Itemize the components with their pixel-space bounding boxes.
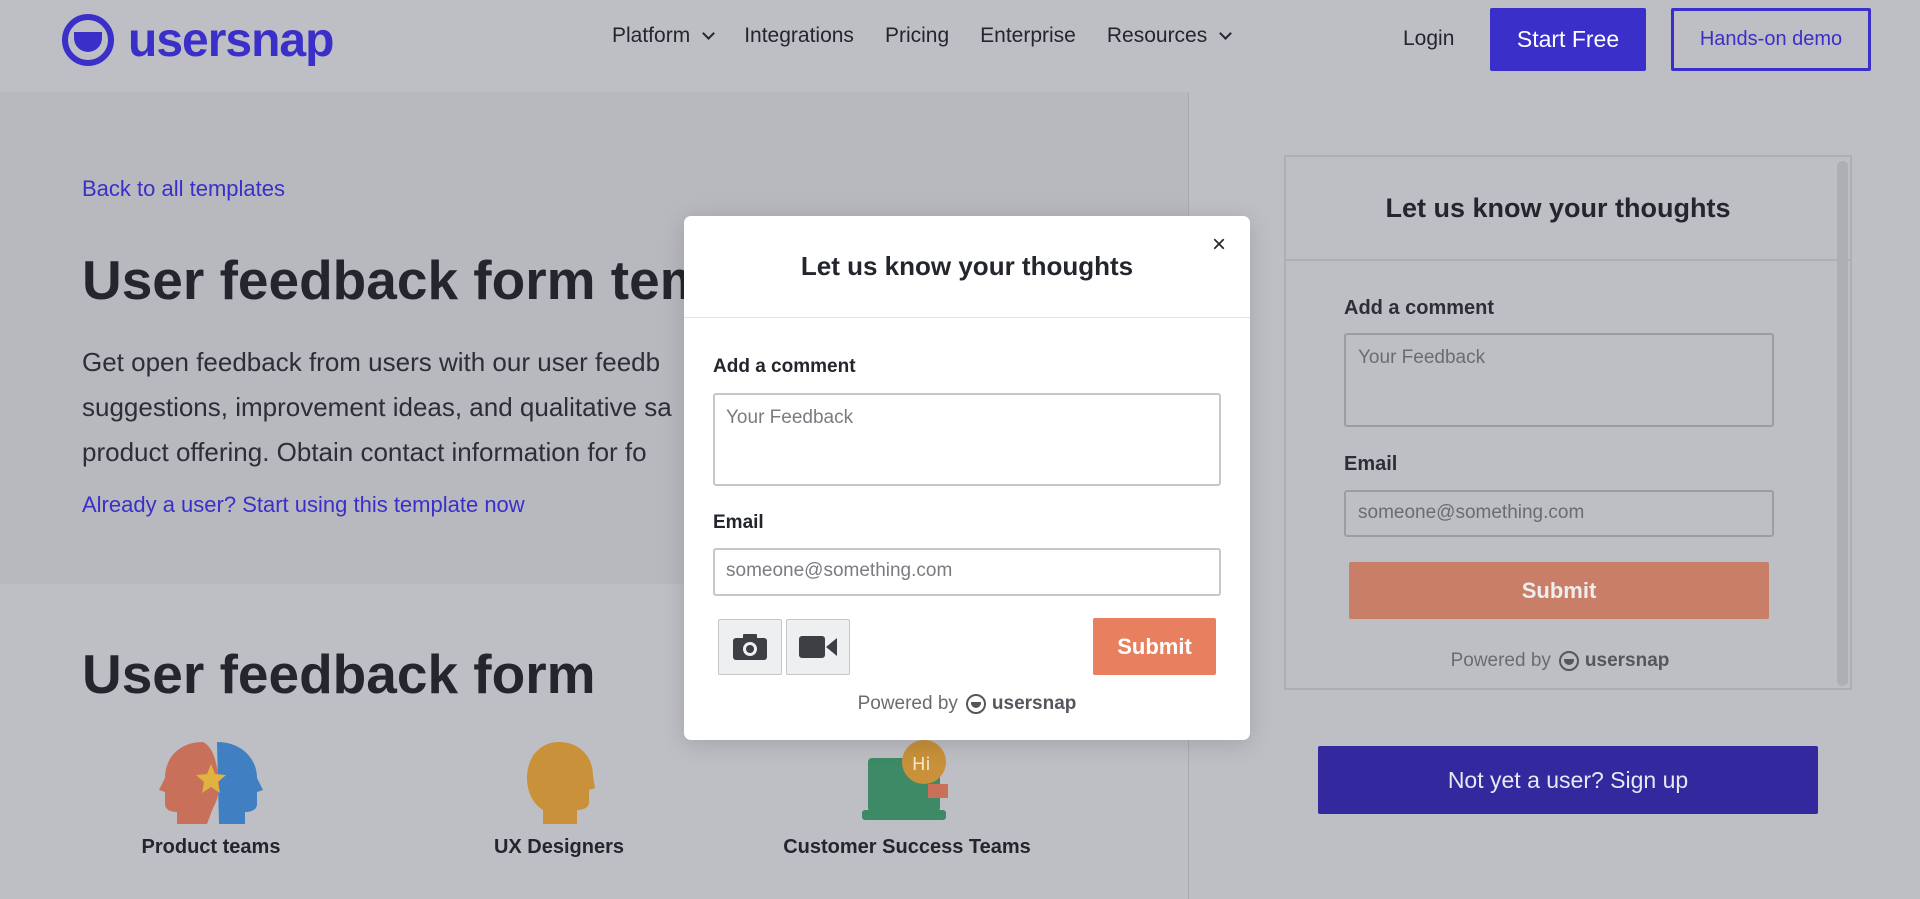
preview-comment-label: Add a comment (1344, 297, 1495, 319)
persona-label: Customer Success Teams (783, 836, 1031, 858)
nav-pricing[interactable]: Pricing (885, 24, 949, 48)
persona-customer-success: Hi Customer Success Teams (782, 738, 1032, 859)
powered-by-text: Powered by (857, 693, 958, 714)
nav-label: Integrations (744, 24, 854, 47)
description-line: suggestions, improvement ideas, and qual… (82, 392, 672, 422)
main-nav: Platform Integrations Pricing Enterprise… (612, 24, 1261, 48)
nav-label: Platform (612, 24, 691, 47)
persona-label: UX Designers (493, 836, 625, 858)
start-template-link[interactable]: Already a user? Start using this templat… (82, 492, 525, 518)
modal-title: Let us know your thoughts (684, 216, 1250, 318)
hands-on-demo-button[interactable]: Hands-on demo (1671, 8, 1871, 71)
preview-powered-by: Powered by usersnap (1286, 650, 1834, 672)
preview-comment-field[interactable]: Your Feedback (1344, 333, 1774, 427)
preview-title: Let us know your thoughts (1286, 157, 1850, 261)
persona-product-teams: Product teams (86, 738, 336, 859)
screenshot-button[interactable] (718, 619, 782, 675)
nav-enterprise[interactable]: Enterprise (980, 24, 1076, 48)
usersnap-logo[interactable]: usersnap (62, 12, 334, 68)
email-label: Email (713, 512, 764, 533)
preview-email-field[interactable]: someone@something.com (1344, 490, 1774, 537)
chevron-down-icon (702, 27, 716, 40)
page-title: User feedback form templ (82, 249, 722, 311)
persona-label: Product teams (141, 836, 281, 858)
nav-resources[interactable]: Resources (1106, 24, 1233, 48)
powered-brand: usersnap (991, 693, 1077, 714)
hero-description: Get open feedback from users with our us… (82, 340, 722, 475)
powered-brand: usersnap (1584, 650, 1670, 671)
video-button[interactable] (786, 619, 850, 675)
section-title: User feedback form (82, 643, 596, 705)
svg-text:Hi: Hi (912, 754, 931, 775)
start-free-button[interactable]: Start Free (1490, 8, 1646, 71)
sign-up-button[interactable]: Not yet a user? Sign up (1318, 746, 1818, 814)
email-field[interactable]: someone@something.com (713, 548, 1221, 596)
chevron-down-icon (1219, 27, 1233, 40)
persona-ux-designers: UX Designers (434, 738, 684, 859)
preview-scrollbar[interactable] (1837, 161, 1848, 686)
widget-preview: Let us know your thoughts Add a comment … (1284, 155, 1852, 690)
video-camera-icon (799, 636, 837, 658)
close-icon[interactable]: × (1206, 231, 1232, 258)
preview-submit-button[interactable]: Submit (1349, 562, 1769, 619)
submit-button[interactable]: Submit (1093, 618, 1216, 675)
preview-email-label: Email (1344, 453, 1398, 475)
laptop-chat-icon: Hi (862, 738, 952, 826)
nav-label: Enterprise (980, 24, 1076, 47)
camera-icon (733, 634, 767, 660)
site-header: usersnap Platform Integrations Pricing E… (0, 0, 1920, 92)
comment-field[interactable]: Your Feedback (713, 393, 1221, 486)
description-line: product offering. Obtain contact informa… (82, 437, 647, 467)
nav-integrations[interactable]: Integrations (744, 24, 854, 48)
usersnap-logo-icon (62, 14, 114, 66)
logo-text: usersnap (128, 13, 334, 67)
description-line: Get open feedback from users with our us… (82, 347, 661, 377)
feedback-modal: Let us know your thoughts × Add a commen… (684, 216, 1250, 740)
comment-label: Add a comment (713, 356, 856, 377)
nav-label: Pricing (884, 24, 950, 47)
usersnap-mark-icon (965, 694, 986, 714)
login-link[interactable]: Login (1403, 27, 1454, 51)
heads-star-icon (157, 738, 265, 826)
head-icon (523, 738, 595, 826)
nav-label: Resources (1106, 24, 1208, 47)
back-to-templates-link[interactable]: Back to all templates (82, 176, 285, 202)
usersnap-mark-icon (1558, 651, 1579, 671)
nav-platform[interactable]: Platform (612, 24, 716, 48)
powered-by-text: Powered by (1450, 650, 1551, 671)
modal-powered-by: Powered by usersnap (684, 693, 1250, 715)
